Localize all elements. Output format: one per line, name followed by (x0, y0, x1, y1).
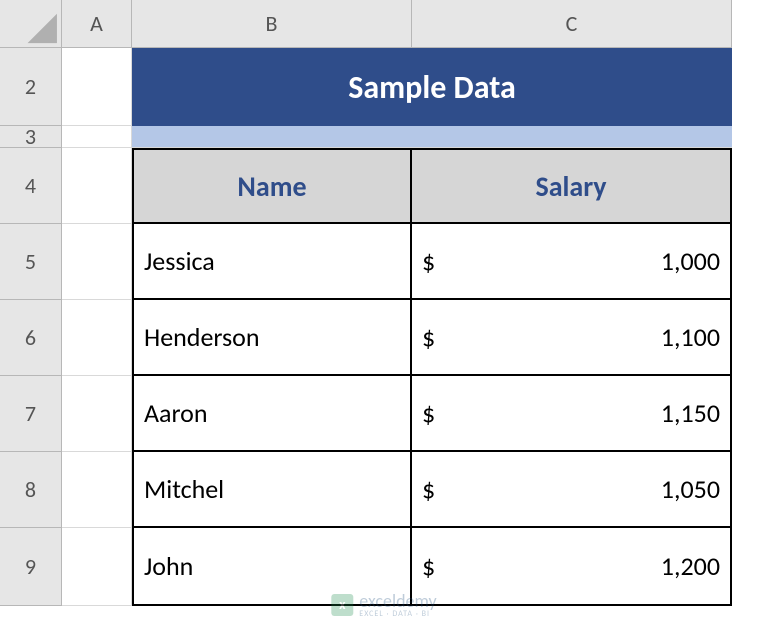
currency-symbol: $ (422, 245, 435, 277)
row-header-4[interactable]: 4 (0, 148, 62, 224)
cell-salary-4[interactable]: $ 1,200 (412, 528, 732, 606)
cell-A6[interactable] (62, 300, 132, 376)
select-all-corner[interactable] (0, 0, 62, 48)
watermark-logo-icon: x (331, 594, 353, 616)
spreadsheet: A B C 2 3 4 5 6 7 8 9 Sample Data Name S… (0, 0, 768, 631)
column-header-B[interactable]: B (132, 0, 412, 48)
cell-A4[interactable] (62, 148, 132, 224)
cell-salary-0[interactable]: $ 1,000 (412, 224, 732, 300)
currency-symbol: $ (422, 473, 435, 505)
cell-name-3[interactable]: Mitchel (132, 452, 412, 528)
cell-A5[interactable] (62, 224, 132, 300)
cell-name-1[interactable]: Henderson (132, 300, 412, 376)
title-accent (132, 126, 732, 148)
grid: Sample Data Name Salary Jessica $ 1,000 … (62, 48, 732, 606)
watermark-tagline: EXCEL · DATA · BI (359, 609, 436, 619)
row-header-5[interactable]: 5 (0, 224, 62, 300)
cell-A9[interactable] (62, 528, 132, 606)
watermark: x exceldemy EXCEL · DATA · BI (331, 590, 436, 619)
salary-value: 1,150 (661, 397, 720, 429)
title-cell[interactable]: Sample Data (132, 48, 732, 126)
cell-A2[interactable] (62, 48, 132, 126)
cell-salary-2[interactable]: $ 1,150 (412, 376, 732, 452)
row-header-2[interactable]: 2 (0, 48, 62, 126)
currency-symbol: $ (422, 321, 435, 353)
cell-salary-3[interactable]: $ 1,050 (412, 452, 732, 528)
row-header-7[interactable]: 7 (0, 376, 62, 452)
column-header-A[interactable]: A (62, 0, 132, 48)
row-header-3[interactable]: 3 (0, 126, 62, 148)
cell-A7[interactable] (62, 376, 132, 452)
column-headers: A B C (62, 0, 732, 48)
column-header-C[interactable]: C (412, 0, 732, 48)
cell-name-2[interactable]: Aaron (132, 376, 412, 452)
cell-A3[interactable] (62, 126, 132, 148)
salary-value: 1,000 (661, 245, 720, 277)
currency-symbol: $ (422, 550, 435, 582)
cell-A8[interactable] (62, 452, 132, 528)
row-header-9[interactable]: 9 (0, 528, 62, 606)
salary-value: 1,200 (661, 550, 720, 582)
cell-salary-1[interactable]: $ 1,100 (412, 300, 732, 376)
cell-name-0[interactable]: Jessica (132, 224, 412, 300)
row-headers: 2 3 4 5 6 7 8 9 (0, 48, 62, 606)
row-header-8[interactable]: 8 (0, 452, 62, 528)
salary-value: 1,100 (661, 321, 720, 353)
row-header-6[interactable]: 6 (0, 300, 62, 376)
header-name[interactable]: Name (132, 148, 412, 224)
currency-symbol: $ (422, 397, 435, 429)
header-salary[interactable]: Salary (412, 148, 732, 224)
salary-value: 1,050 (661, 473, 720, 505)
